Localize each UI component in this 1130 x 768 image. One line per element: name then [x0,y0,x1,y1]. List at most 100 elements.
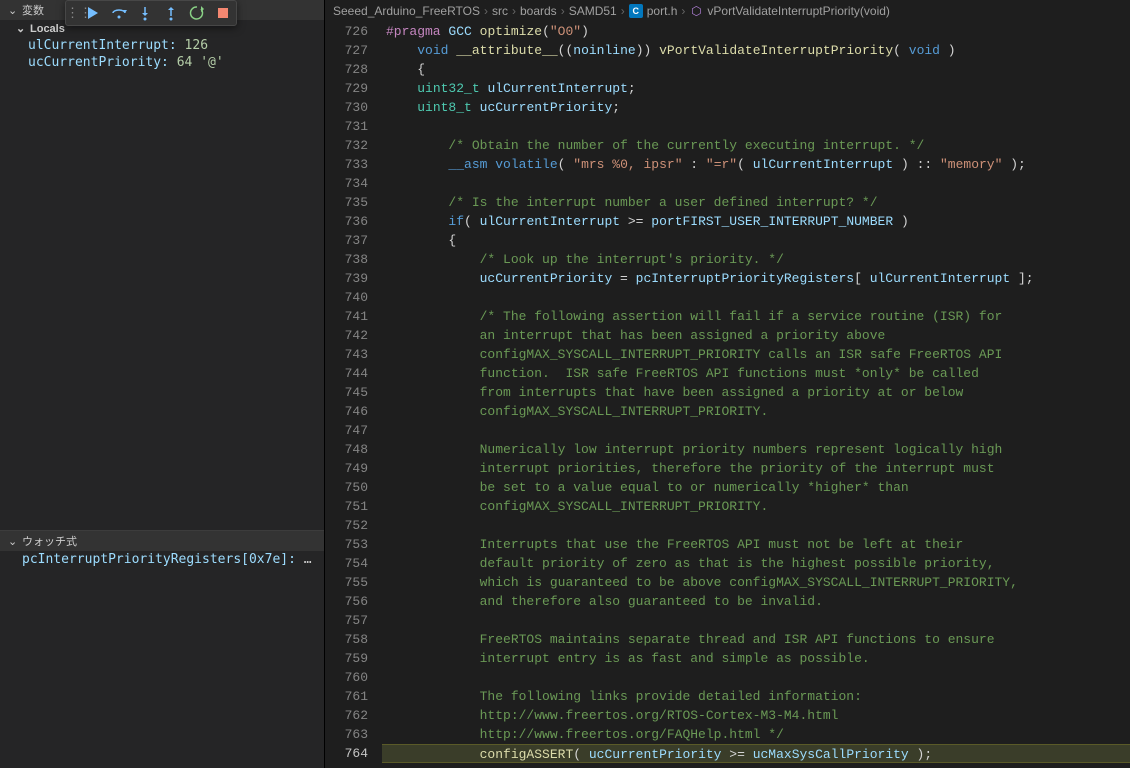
line-number[interactable]: 746 [325,402,368,421]
line-number[interactable]: 743 [325,345,368,364]
line-number[interactable]: 756 [325,592,368,611]
breadcrumb-item[interactable]: boards [520,4,557,18]
code-line[interactable]: uint32_t ulCurrentInterrupt; [382,79,1130,98]
code-line[interactable]: which is guaranteed to be above configMA… [382,573,1130,592]
code-line[interactable] [382,288,1130,307]
line-number[interactable]: 751 [325,497,368,516]
code-line[interactable] [382,611,1130,630]
line-number[interactable]: 730 [325,98,368,117]
restart-button[interactable] [184,0,210,26]
line-number[interactable]: 740 [325,288,368,307]
continue-button[interactable] [80,0,106,26]
code-line[interactable]: http://www.freertos.org/RTOS-Cortex-M3-M… [382,706,1130,725]
line-number[interactable]: 749 [325,459,368,478]
line-number[interactable]: 761 [325,687,368,706]
chevron-right-icon: › [681,4,685,18]
code-line[interactable] [382,516,1130,535]
variable-row[interactable]: ucCurrentPriority: 64 '@' [0,54,324,71]
grip-icon[interactable]: ⋮⋮ [66,5,80,21]
line-number[interactable]: 728 [325,60,368,79]
line-number[interactable]: 736 [325,212,368,231]
code-line[interactable]: #pragma GCC optimize("O0") [382,22,1130,41]
code-line[interactable]: The following links provide detailed inf… [382,687,1130,706]
line-number[interactable]: 734 [325,174,368,193]
step-out-button[interactable] [158,0,184,26]
code-line[interactable]: uint8_t ucCurrentPriority; [382,98,1130,117]
code-line[interactable]: Numerically low interrupt priority numbe… [382,440,1130,459]
breadcrumb[interactable]: Seeed_Arduino_FreeRTOS›src›boards›SAMD51… [325,0,1130,22]
breadcrumb-item[interactable]: vPortValidateInterruptPriority(void) [707,4,890,18]
line-number[interactable]: 741 [325,307,368,326]
code-line[interactable]: if( ulCurrentInterrupt >= portFIRST_USER… [382,212,1130,231]
breadcrumb-item[interactable]: port.h [647,4,678,18]
line-number[interactable]: 763 [325,725,368,744]
code-editor[interactable]: 7267277287297307317327337347357367377387… [325,22,1130,768]
line-number[interactable]: 739 [325,269,368,288]
line-number[interactable]: 727 [325,41,368,60]
line-number[interactable]: 748 [325,440,368,459]
stop-button[interactable] [210,0,236,26]
code-line[interactable]: FreeRTOS maintains separate thread and I… [382,630,1130,649]
code-line[interactable]: interrupt entry is as fast and simple as… [382,649,1130,668]
code-line[interactable] [382,668,1130,687]
code-line[interactable]: { [382,60,1130,79]
breadcrumb-item[interactable]: SAMD51 [569,4,617,18]
code-line[interactable]: { [382,231,1130,250]
code-line[interactable]: from interrupts that have been assigned … [382,383,1130,402]
watch-row[interactable]: pcInterruptPriorityRegisters[0x7e]: 64 '… [0,551,324,568]
chevron-right-icon: › [561,4,565,18]
code-line[interactable]: configASSERT( ucCurrentPriority >= ucMax… [382,744,1130,763]
line-number[interactable]: 738 [325,250,368,269]
code-line[interactable]: /* Obtain the number of the currently ex… [382,136,1130,155]
code-line[interactable]: configMAX_SYSCALL_INTERRUPT_PRIORITY. [382,497,1130,516]
code-line[interactable]: http://www.freertos.org/FAQHelp.html */ [382,725,1130,744]
code-line[interactable]: Interrupts that use the FreeRTOS API mus… [382,535,1130,554]
code-line[interactable]: configMAX_SYSCALL_INTERRUPT_PRIORITY. [382,402,1130,421]
line-number[interactable]: 747 [325,421,368,440]
code-line[interactable] [382,421,1130,440]
line-number[interactable]: 752 [325,516,368,535]
line-number[interactable]: 758 [325,630,368,649]
line-number[interactable]: 729 [325,79,368,98]
line-number[interactable]: 764 [325,744,368,763]
code-line[interactable] [382,174,1130,193]
line-number[interactable]: 744 [325,364,368,383]
line-number[interactable]: 750 [325,478,368,497]
code-line[interactable]: /* The following assertion will fail if … [382,307,1130,326]
step-over-button[interactable] [106,0,132,26]
line-number[interactable]: 732 [325,136,368,155]
line-number[interactable]: 753 [325,535,368,554]
line-number[interactable]: 742 [325,326,368,345]
breadcrumb-item[interactable]: Seeed_Arduino_FreeRTOS [333,4,480,18]
line-number[interactable]: 733 [325,155,368,174]
code-line[interactable]: an interrupt that has been assigned a pr… [382,326,1130,345]
line-number[interactable]: 760 [325,668,368,687]
line-number[interactable]: 737 [325,231,368,250]
code-line[interactable]: void __attribute__((noinline)) vPortVali… [382,41,1130,60]
code-line[interactable]: and therefore also guaranteed to be inva… [382,592,1130,611]
variable-row[interactable]: ulCurrentInterrupt: 126 [0,37,324,54]
code-line[interactable]: interrupt priorities, therefore the prio… [382,459,1130,478]
line-number[interactable]: 726 [325,22,368,41]
line-number[interactable]: 757 [325,611,368,630]
code-line[interactable] [382,117,1130,136]
code-line[interactable]: be set to a value equal to or numericall… [382,478,1130,497]
line-number[interactable]: 735 [325,193,368,212]
line-number[interactable]: 759 [325,649,368,668]
line-number[interactable]: 762 [325,706,368,725]
step-into-button[interactable] [132,0,158,26]
breadcrumb-item[interactable]: src [492,4,508,18]
line-number[interactable]: 755 [325,573,368,592]
code-line[interactable]: /* Is the interrupt number a user define… [382,193,1130,212]
code-line[interactable]: function. ISR safe FreeRTOS API function… [382,364,1130,383]
code-line[interactable]: default priority of zero as that is the … [382,554,1130,573]
watch-section-header[interactable]: ⌄ ウォッチ式 [0,531,324,551]
line-number[interactable]: 754 [325,554,368,573]
code-line[interactable]: ucCurrentPriority = pcInterruptPriorityR… [382,269,1130,288]
code-line[interactable]: __asm volatile( "mrs %0, ipsr" : "=r"( u… [382,155,1130,174]
line-number[interactable]: 745 [325,383,368,402]
code-content[interactable]: #pragma GCC optimize("O0") void __attrib… [382,22,1130,768]
code-line[interactable]: /* Look up the interrupt's priority. */ [382,250,1130,269]
code-line[interactable]: configMAX_SYSCALL_INTERRUPT_PRIORITY cal… [382,345,1130,364]
line-number[interactable]: 731 [325,117,368,136]
